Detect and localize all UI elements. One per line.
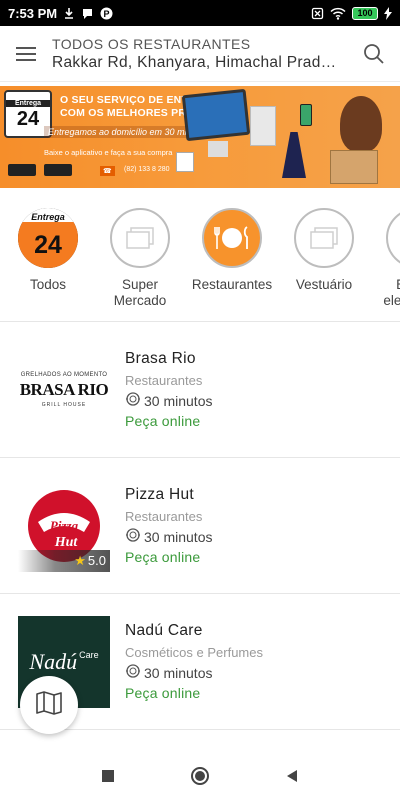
category-row[interactable]: Entrega 24 Todos Super Mercado Restauran… (0, 200, 400, 322)
download-icon (63, 7, 75, 19)
order-online-link[interactable]: Peça online (125, 685, 263, 701)
category-label: Vestuário (295, 277, 353, 292)
back-triangle-icon[interactable] (281, 765, 303, 787)
dress-illustration (282, 132, 306, 178)
status-bar: 7:53 PM P 100 (0, 0, 400, 26)
image-placeholder-icon (294, 208, 354, 268)
system-nav-bar (0, 752, 400, 800)
header-title: TODOS OS RESTAURANTES (52, 35, 251, 52)
timer-icon (125, 663, 141, 682)
map-view-button[interactable] (20, 676, 78, 734)
battery-icon: 100 (352, 6, 378, 20)
status-time: 7:53 PM (8, 5, 58, 21)
delivery-time: 30 minutos (125, 527, 212, 546)
phone-icon: ☎ (100, 166, 115, 176)
restaurant-name: Pizza Hut (125, 486, 195, 503)
promo-banner[interactable]: Entrega 24 O SEU SERVIÇO DE ENTREGAS COM… (0, 86, 400, 188)
category-label: Eletro-eletrônicos (383, 277, 400, 308)
monitor-illustration (181, 88, 251, 142)
category-restaurantes[interactable]: Restaurantes (184, 200, 276, 321)
sim-off-icon (311, 7, 324, 20)
order-online-link[interactable]: Peça online (125, 413, 212, 429)
person-illustration (340, 96, 382, 152)
phone-illustration (300, 104, 312, 126)
category-super-mercado[interactable]: Super Mercado (92, 200, 184, 321)
recents-square-icon[interactable] (97, 765, 119, 787)
cup-illustration (176, 152, 194, 172)
delivery-time: 30 minutos (125, 391, 212, 410)
banner-cta: Baixe o aplicativo e faça a sua compra (44, 148, 173, 157)
home-circle-icon[interactable] (189, 765, 211, 787)
location-selector[interactable]: TODOS OS RESTAURANTES Rakkar Rd, Khanyar… (52, 36, 348, 72)
svg-text:Pizza: Pizza (50, 518, 79, 533)
category-vestuario[interactable]: Vestuário (276, 200, 368, 321)
entrega24-logo: Entrega 24 (18, 208, 78, 268)
app-store-badge-icon (8, 164, 36, 176)
restaurant-list: GRELHADOS AO MOMENTO BRASA RIO GRILL HOU… (0, 322, 400, 730)
wifi-icon (330, 7, 346, 20)
google-play-badge-icon (44, 164, 72, 176)
category-eletroeletronicos[interactable]: Eletro-eletrônicos (368, 200, 400, 321)
delivery-time: 30 minutos (125, 663, 263, 682)
map-icon (35, 690, 63, 721)
svg-text:P: P (104, 9, 110, 19)
image-placeholder-icon (110, 208, 170, 268)
category-label: Super Mercado (113, 277, 167, 308)
image-placeholder-icon (386, 208, 400, 268)
svg-text:Hut: Hut (54, 535, 79, 550)
banner-phone: (82) 133 8 280 (124, 166, 170, 173)
restaurant-card[interactable]: GRELHADOS AO MOMENTO BRASA RIO GRILL HOU… (0, 322, 400, 458)
p-app-icon: P (100, 7, 113, 20)
header-address: Rakkar Rd, Khanyara, Himachal Pradesh (52, 53, 342, 71)
restaurant-card[interactable]: Pizza Hut ★ 5.0 Pizza Hut Restaurantes 3… (0, 458, 400, 594)
rating-badge: ★ 5.0 (18, 549, 110, 572)
restaurant-name: Brasa Rio (125, 350, 196, 367)
restaurant-name: Nadú Care (125, 622, 203, 639)
pc-case-illustration (250, 106, 276, 146)
category-label: Restaurantes (191, 277, 273, 292)
restaurant-category: Restaurantes (125, 373, 203, 388)
star-icon: ★ (74, 552, 86, 568)
timer-icon (125, 527, 141, 546)
timer-icon (125, 391, 141, 410)
app-header: TODOS OS RESTAURANTES Rakkar Rd, Khanyar… (0, 26, 400, 82)
category-todos[interactable]: Entrega 24 Todos (0, 200, 92, 321)
restaurant-category: Cosméticos e Perfumes (125, 645, 263, 660)
search-icon[interactable] (348, 26, 400, 82)
plate-cutlery-icon (202, 208, 262, 268)
charging-bolt-icon (384, 6, 392, 20)
pizza-hut-logo: Pizza Hut ★ 5.0 (18, 479, 110, 572)
restaurant-category: Restaurantes (125, 509, 203, 524)
hamburger-menu-icon[interactable] (0, 26, 52, 82)
brasa-rio-logo: GRELHADOS AO MOMENTO BRASA RIO GRILL HOU… (18, 343, 110, 436)
monitor-stand-illustration (208, 141, 228, 157)
category-label: Todos (29, 277, 67, 292)
order-online-link[interactable]: Peça online (125, 549, 212, 565)
box-illustration (330, 150, 378, 184)
chat-bubble-icon (81, 7, 94, 20)
